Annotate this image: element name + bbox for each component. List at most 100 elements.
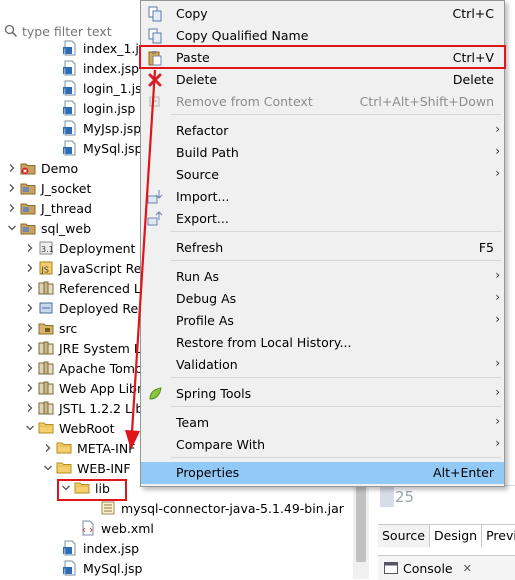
tree-expander[interactable] <box>24 338 36 358</box>
tree-expander[interactable] <box>6 178 18 198</box>
chevron-right-icon[interactable] <box>7 163 17 173</box>
chevron-right-icon[interactable] <box>25 263 35 273</box>
tree-item-label: MySql.jsp <box>83 140 143 156</box>
tree-item[interactable]: J_thread <box>6 198 92 218</box>
tree-item[interactable]: WebRoot <box>24 418 115 438</box>
editor-line-number: 25 <box>395 488 415 506</box>
tab-source[interactable]: Source <box>378 525 430 547</box>
tree-item[interactable]: J MySql.jsp <box>60 138 142 158</box>
tree-item[interactable]: Jlogin_1.jsp <box>60 78 150 98</box>
tree-expander[interactable] <box>24 398 36 418</box>
chevron-right-icon[interactable] <box>25 403 35 413</box>
svg-text:J: J <box>63 568 66 575</box>
tree-item[interactable]: mysql-connector-java-5.1.49-bin.jar <box>98 498 344 518</box>
menu-separator <box>171 406 501 407</box>
delete-icon <box>148 73 162 87</box>
chevron-right-icon[interactable] <box>25 363 35 373</box>
menu-item-copy-qualified-name[interactable]: Copy Qualified Name <box>141 25 504 47</box>
menu-item-copy[interactable]: Copy Ctrl+C <box>141 3 504 25</box>
tree-item-label: WebRoot <box>59 420 115 436</box>
menu-item-run-as[interactable]: Run As › <box>141 266 504 288</box>
tree-item[interactable]: META-INF <box>42 438 135 458</box>
tab-design[interactable]: Design <box>429 525 483 547</box>
tree-item[interactable]: sql_web <box>6 218 91 238</box>
menu-item-remove-from-context: Remove from Context Ctrl+Alt+Shift+Down <box>141 91 504 113</box>
tree-item[interactable]: Jindex.jsp <box>60 58 139 78</box>
tree-item[interactable]: src <box>24 318 77 338</box>
deployed-resources-icon <box>39 302 53 314</box>
svg-text:J: J <box>63 68 66 75</box>
menu-item-profile-as[interactable]: Profile As › <box>141 310 504 332</box>
chevron-right-icon[interactable] <box>25 243 35 253</box>
tree-expander[interactable] <box>24 278 36 298</box>
chevron-right-icon[interactable] <box>7 183 17 193</box>
tree-expander[interactable] <box>24 238 36 258</box>
menu-item-team[interactable]: Team › <box>141 412 504 434</box>
chevron-down-icon[interactable] <box>7 223 17 233</box>
chevron-down-icon[interactable] <box>25 423 35 433</box>
menu-item-delete[interactable]: Delete Delete <box>141 69 504 91</box>
tree-expander[interactable] <box>24 418 36 438</box>
tree-expander[interactable] <box>24 358 36 378</box>
chevron-down-icon[interactable] <box>43 463 53 473</box>
chevron-right-icon[interactable] <box>43 443 53 453</box>
menu-item-properties[interactable]: Properties Alt+Enter <box>141 462 504 484</box>
chevron-right-icon[interactable] <box>7 203 17 213</box>
svg-text:3.1: 3.1 <box>41 245 54 254</box>
console-view-tab[interactable]: Console ✕ <box>378 555 515 580</box>
menu-item-spring-tools[interactable]: Spring Tools › <box>141 383 504 405</box>
tree-item[interactable]: J MySql.jsp <box>60 558 142 578</box>
tree-expander[interactable] <box>24 258 36 278</box>
tree-expander[interactable] <box>6 218 18 238</box>
close-icon[interactable]: ✕ <box>463 562 472 575</box>
chevron-right-icon[interactable] <box>25 383 35 393</box>
menu-item-label: Refresh <box>176 240 224 255</box>
menu-item-restore-from-local-history[interactable]: Restore from Local History... <box>141 332 504 354</box>
menu-item-refactor[interactable]: Refactor › <box>141 120 504 142</box>
tree-item[interactable]: Demo <box>6 158 78 178</box>
import-icon <box>147 190 163 204</box>
tree-item-label: mysql-connector-java-5.1.49-bin.jar <box>121 500 344 516</box>
tree-item[interactable]: Apache Tomcat <box>24 358 154 378</box>
tree-item-label: J_thread <box>41 200 92 216</box>
menu-item-shortcut: Alt+Enter <box>433 465 494 480</box>
tree-item[interactable]: WEB-INF <box>42 458 131 478</box>
menu-item-label: Copy Qualified Name <box>176 28 309 43</box>
menu-item-label: Build Path <box>176 145 239 160</box>
menu-separator <box>171 377 501 378</box>
context-menu: Copy Ctrl+C Copy Qualified Name Paste Ctrl+V… <box>140 0 505 487</box>
tree-item[interactable]: Jindex.jsp <box>60 538 139 558</box>
tab-preview[interactable]: Previe <box>482 525 515 547</box>
menu-item-import[interactable]: Import... <box>141 186 504 208</box>
tree-expander[interactable] <box>42 438 54 458</box>
scrollbar-thumb[interactable] <box>356 484 366 562</box>
chevron-right-icon[interactable] <box>25 303 35 313</box>
chevron-right-icon[interactable] <box>25 323 35 333</box>
tree-item-label: web.xml <box>101 520 154 536</box>
folder-icon <box>38 422 54 434</box>
menu-item-compare-with[interactable]: Compare With › <box>141 434 504 456</box>
tree-item[interactable]: web.xml <box>78 518 154 538</box>
tree-expander[interactable] <box>24 318 36 338</box>
tree-expander[interactable] <box>6 198 18 218</box>
menu-item-validation[interactable]: Validation › <box>141 354 504 376</box>
chevron-right-icon[interactable] <box>25 343 35 353</box>
tree-expander[interactable] <box>42 458 54 478</box>
tree-item[interactable]: J_socket <box>6 178 91 198</box>
menu-item-build-path[interactable]: Build Path › <box>141 142 504 164</box>
tree-expander[interactable] <box>6 158 18 178</box>
tree-expander[interactable] <box>24 378 36 398</box>
menu-item-label: Properties <box>176 465 240 480</box>
menu-item-export[interactable]: Export... <box>141 208 504 230</box>
menu-item-refresh[interactable]: Refresh F5 <box>141 237 504 259</box>
tree-item[interactable]: J MyJsp.jsp <box>60 118 141 138</box>
paste-highlight-box <box>139 45 506 69</box>
svg-text:J: J <box>63 48 66 55</box>
menu-item-debug-as[interactable]: Debug As › <box>141 288 504 310</box>
tree-expander[interactable] <box>24 298 36 318</box>
submenu-arrow-icon: › <box>495 414 500 428</box>
menu-item-source[interactable]: Source › <box>141 164 504 186</box>
chevron-right-icon[interactable] <box>25 283 35 293</box>
tree-item[interactable]: Jlogin.jsp <box>60 98 135 118</box>
spring-leaf-icon <box>149 387 162 400</box>
